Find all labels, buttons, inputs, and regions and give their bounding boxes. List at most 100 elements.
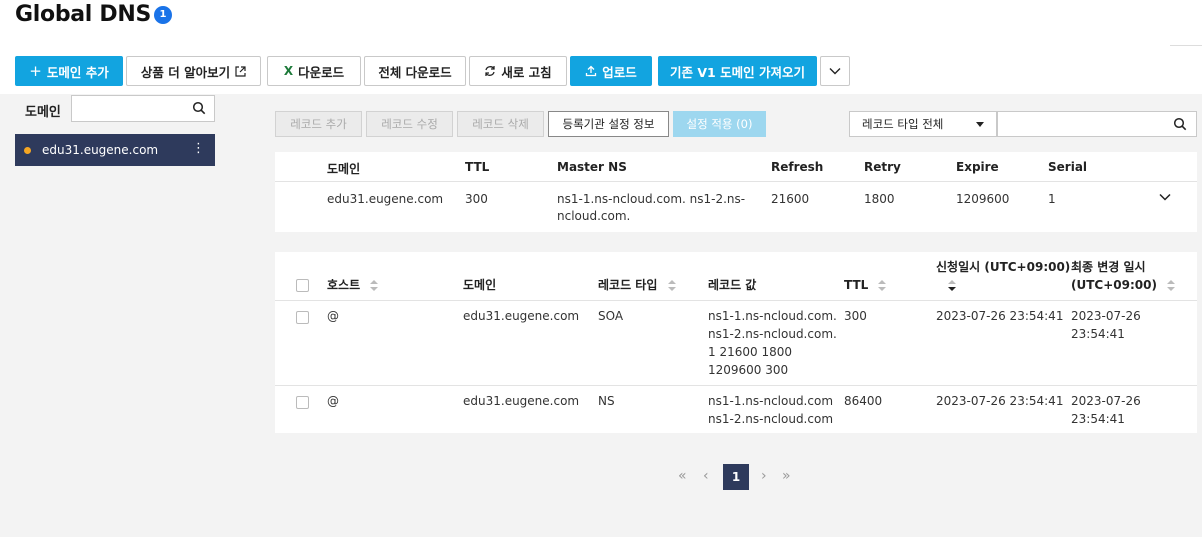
last-page-icon[interactable]: » xyxy=(782,468,791,484)
soa-header-ttl: TTL xyxy=(465,160,490,174)
sort-icon[interactable] xyxy=(667,280,676,291)
sort-icon[interactable] xyxy=(1167,280,1176,291)
add-domain-button[interactable]: + 도메인 추가 xyxy=(15,56,123,86)
record-value-line: ns1-2.ns-ncloud.com. xyxy=(708,327,837,341)
column-header-created[interactable]: 신청일시 (UTC+09:00) xyxy=(936,258,1070,294)
record-domain: edu31.eugene.com xyxy=(463,394,580,408)
column-header-modified-label: (UTC+09:00) xyxy=(1071,278,1157,292)
chevron-down-icon[interactable] xyxy=(1158,191,1172,203)
record-value-line: ns1-1.ns-ncloud.com xyxy=(708,394,834,408)
apply-settings-button[interactable]: 설정 적용 (0) xyxy=(673,111,766,137)
soa-table: 도메인 TTL Master NS Refresh Retry Expire S… xyxy=(275,152,1197,232)
caret-down-icon xyxy=(976,122,984,127)
record-type: SOA xyxy=(598,309,624,323)
record-search-input[interactable] xyxy=(998,112,1168,136)
column-header-ttl[interactable]: TTL xyxy=(844,276,887,294)
record-domain: edu31.eugene.com xyxy=(463,309,580,323)
column-header-modified[interactable]: 최종 변경 일시 (UTC+09:00) xyxy=(1071,258,1176,294)
record-host: @ xyxy=(327,394,339,408)
next-page-icon[interactable]: › xyxy=(761,468,767,484)
soa-retry: 1800 xyxy=(864,192,895,206)
divider xyxy=(1170,45,1202,46)
column-header-type-label: 레코드 타입 xyxy=(598,278,658,292)
add-record-button[interactable]: 레코드 추가 xyxy=(275,111,362,137)
record-ttl: 300 xyxy=(844,309,867,323)
record-value-line: ns1-2.ns-ncloud.com xyxy=(708,412,834,426)
page-number-current[interactable]: 1 xyxy=(723,464,749,490)
soa-header-refresh: Refresh xyxy=(771,160,824,174)
soa-header-master-ns: Master NS xyxy=(557,160,627,174)
import-v1-domain-button[interactable]: 기존 V1 도메인 가져오기 xyxy=(658,56,817,86)
kebab-menu-icon[interactable]: ⋮ xyxy=(192,142,205,156)
record-modified-time: 23:54:41 xyxy=(1071,412,1125,426)
column-header-ttl-label: TTL xyxy=(844,278,869,292)
record-type-selected: 레코드 타입 전체 xyxy=(862,117,944,131)
soa-header-serial: Serial xyxy=(1048,160,1088,174)
record-search-box xyxy=(997,111,1197,137)
column-header-type[interactable]: 레코드 타입 xyxy=(598,276,676,294)
learn-more-button[interactable]: 상품 더 알아보기 xyxy=(126,56,261,86)
soa-ttl: 300 xyxy=(465,192,488,206)
record-type: NS xyxy=(598,394,615,408)
first-page-icon[interactable]: « xyxy=(678,468,687,484)
soa-header-expire: Expire xyxy=(956,160,999,174)
download-button[interactable]: X 다운로드 xyxy=(267,56,361,86)
status-dot-icon xyxy=(24,146,31,154)
download-all-button[interactable]: 전체 다운로드 xyxy=(364,56,466,86)
row-checkbox[interactable] xyxy=(296,311,309,324)
row-checkbox[interactable] xyxy=(296,396,309,409)
sort-icon[interactable] xyxy=(878,280,887,291)
column-header-created-label: 신청일시 (UTC+09:00) xyxy=(936,260,1071,274)
record-ttl: 86400 xyxy=(844,394,883,408)
title-count-badge: 1 xyxy=(154,6,172,24)
record-value-line: ns1-1.ns-ncloud.com. xyxy=(708,309,837,323)
select-all-checkbox[interactable] xyxy=(296,279,309,292)
registrar-info-button[interactable]: 등록기관 설정 정보 xyxy=(548,111,669,137)
column-header-host[interactable]: 호스트 xyxy=(327,276,379,294)
soa-refresh: 21600 xyxy=(771,192,810,206)
upload-button[interactable]: 업로드 xyxy=(570,56,652,86)
chevron-down-icon xyxy=(829,68,841,75)
upload-label: 업로드 xyxy=(602,64,637,80)
download-label: 다운로드 xyxy=(298,64,345,80)
soa-master-ns: ns1-1.ns-ncloud.com. ns1-2.ns- ncloud.co… xyxy=(557,191,745,225)
domain-search-label: 도메인 xyxy=(25,105,61,120)
record-host: @ xyxy=(327,309,339,323)
divider xyxy=(275,385,1197,386)
domain-list-item[interactable]: edu31.eugene.com ⋮ xyxy=(15,134,215,166)
soa-header-domain: 도메인 xyxy=(327,162,361,176)
refresh-icon xyxy=(485,66,495,76)
soa-master-ns-line: ns1-1.ns-ncloud.com. ns1-2.ns- xyxy=(557,192,746,206)
excel-icon: X xyxy=(283,64,294,78)
download-all-label: 전체 다운로드 xyxy=(378,64,452,80)
domain-search-box xyxy=(71,95,215,122)
sort-desc-icon[interactable] xyxy=(948,280,956,291)
record-value: ns1-1.ns-ncloud.com ns1-2.ns-ncloud.com xyxy=(708,392,833,428)
divider xyxy=(275,181,1197,182)
refresh-label: 새로 고침 xyxy=(501,64,552,80)
record-modified-time: 23:54:41 xyxy=(1071,327,1125,341)
record-value: ns1-1.ns-ncloud.com. ns1-2.ns-ncloud.com… xyxy=(708,307,837,379)
learn-more-label: 상품 더 알아보기 xyxy=(140,64,231,80)
refresh-button[interactable]: 새로 고침 xyxy=(469,56,567,86)
search-icon[interactable] xyxy=(1173,117,1187,131)
record-created: 2023-07-26 23:54:41 xyxy=(936,309,1064,323)
delete-record-button[interactable]: 레코드 삭제 xyxy=(457,111,544,137)
divider xyxy=(275,300,1197,301)
sort-icon[interactable] xyxy=(370,280,379,291)
record-type-select[interactable]: 레코드 타입 전체 xyxy=(849,111,997,137)
domain-search-input[interactable] xyxy=(72,96,187,121)
edit-record-button[interactable]: 레코드 수정 xyxy=(366,111,453,137)
record-table: 호스트 도메인 레코드 타입 레코드 값 TTL 신청일시 (UTC+09:00… xyxy=(275,252,1197,433)
more-dropdown-button[interactable] xyxy=(820,56,850,86)
search-icon[interactable] xyxy=(192,101,206,115)
record-value-line: 1 21600 1800 xyxy=(708,345,792,359)
soa-header-retry: Retry xyxy=(864,160,901,174)
soa-domain: edu31.eugene.com xyxy=(327,192,444,206)
add-domain-label: 도메인 추가 xyxy=(46,64,109,80)
record-modified: 2023-07-26 23:54:41 xyxy=(1071,307,1141,343)
plus-icon: + xyxy=(29,62,42,80)
prev-page-icon[interactable]: ‹ xyxy=(703,468,709,484)
record-modified-date: 2023-07-26 xyxy=(1071,394,1141,408)
record-value-line: 1209600 300 xyxy=(708,363,789,377)
